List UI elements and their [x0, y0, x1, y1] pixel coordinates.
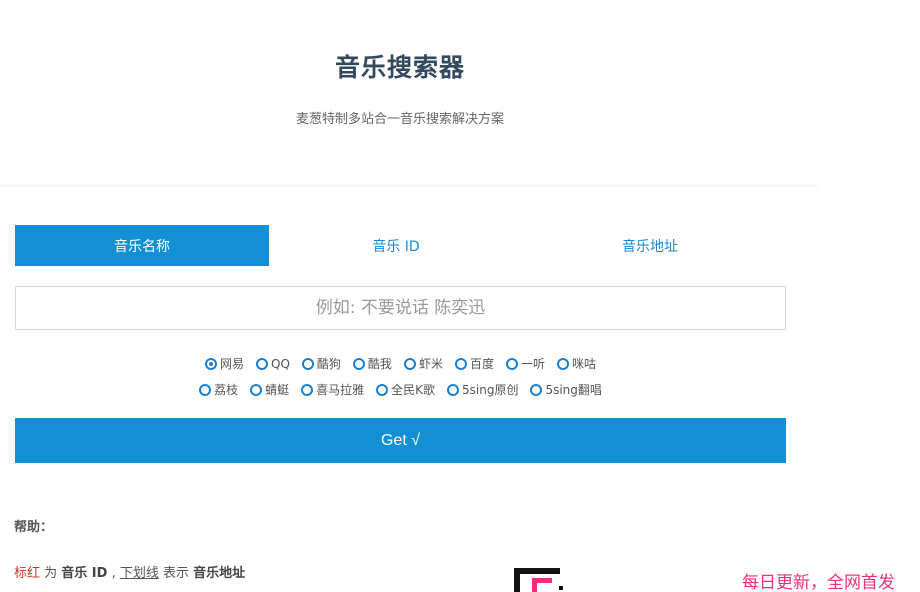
radio-icon [556, 357, 569, 370]
radio-5sing-fc[interactable]: 5sing翻唱 [530, 381, 602, 398]
radio-label: 网易 [220, 357, 245, 371]
radio-icon [301, 357, 314, 370]
radio-checked-icon [205, 357, 217, 370]
radio-label: 5sing原创 [462, 383, 519, 397]
radio-qingting[interactable]: 蜻蜓 [250, 381, 289, 398]
get-button[interactable]: Get √ [15, 418, 786, 463]
tab-music-url[interactable]: 音乐地址 [523, 225, 777, 266]
radio-icon [256, 357, 269, 370]
radio-5sing-yc[interactable]: 5sing原创 [447, 381, 518, 398]
help-underline-label: 下划线 [119, 566, 159, 581]
radio-kg[interactable]: 全民K歌 [376, 381, 435, 398]
help-title: 帮助： [14, 520, 54, 535]
promo-text: 每日更新，全网首发 [742, 573, 895, 592]
radio-kuwo[interactable]: 酷我 [352, 355, 392, 372]
radio-xiami[interactable]: 虾米 [403, 355, 443, 372]
radio-label: QQ [271, 356, 290, 371]
radio-baidu[interactable]: 百度 [454, 355, 494, 372]
radio-netease[interactable]: 网易 [205, 355, 244, 372]
radio-label: 百度 [469, 357, 494, 371]
tab-music-name[interactable]: 音乐名称 [15, 225, 269, 266]
radio-label: 5sing翻唱 [545, 383, 602, 397]
search-input[interactable] [15, 286, 786, 330]
qr-code-icon [514, 568, 563, 592]
help-id-label: 音乐 ID [61, 566, 108, 581]
search-type-tabs: 音乐名称 音乐 ID 音乐地址 [15, 225, 786, 266]
radio-label: 喜马拉雅 [316, 383, 365, 397]
page-title: 音乐搜索器 [334, 53, 465, 82]
radio-icon [352, 357, 365, 370]
radio-label: 咪咕 [571, 357, 596, 371]
radio-label: 虾米 [418, 357, 443, 371]
radio-label: 一听 [520, 357, 545, 371]
radio-qq[interactable]: QQ [256, 355, 290, 372]
radio-label: 全民K歌 [391, 383, 435, 397]
help-text-part: , [107, 566, 120, 581]
tab-music-id[interactable]: 音乐 ID [269, 225, 523, 266]
radio-icon [505, 357, 518, 370]
radio-icon [447, 383, 459, 396]
radio-1ting[interactable]: 一听 [505, 355, 545, 372]
help-text-part: 为 [40, 566, 62, 581]
radio-icon [199, 383, 212, 396]
radio-migu[interactable]: 咪咕 [556, 355, 596, 372]
radio-lizhi[interactable]: 荔枝 [199, 381, 238, 398]
radio-kugou[interactable]: 酷狗 [301, 355, 341, 372]
source-radio-group-2: 荔枝 蜻蜓 喜马拉雅 全民K歌 5sing原创 5sing翻唱 [15, 381, 786, 398]
radio-label: 酷我 [367, 357, 392, 371]
radio-label: 酷狗 [316, 357, 341, 371]
radio-label: 蜻蜓 [265, 383, 290, 397]
help-url-label: 音乐地址 [193, 566, 246, 581]
help-text: 标红 为 音乐 ID , 下划线 表示 音乐地址 [14, 562, 245, 581]
page-subtitle: 麦葱特制多站合一音乐搜索解决方案 [295, 112, 504, 127]
radio-icon [530, 383, 543, 396]
radio-icon [403, 357, 416, 370]
radio-icon [301, 383, 314, 396]
help-red-label: 标红 [14, 566, 41, 581]
header-divider [0, 185, 818, 186]
radio-icon [454, 357, 467, 370]
source-radio-group-1: 网易 QQ 酷狗 酷我 虾米 百度 一听 咪咕 [15, 355, 786, 372]
radio-ximalaya[interactable]: 喜马拉雅 [301, 381, 364, 398]
radio-label: 荔枝 [214, 383, 239, 397]
radio-icon [376, 383, 389, 396]
help-text-part: 表示 [158, 566, 194, 581]
radio-icon [250, 383, 263, 396]
